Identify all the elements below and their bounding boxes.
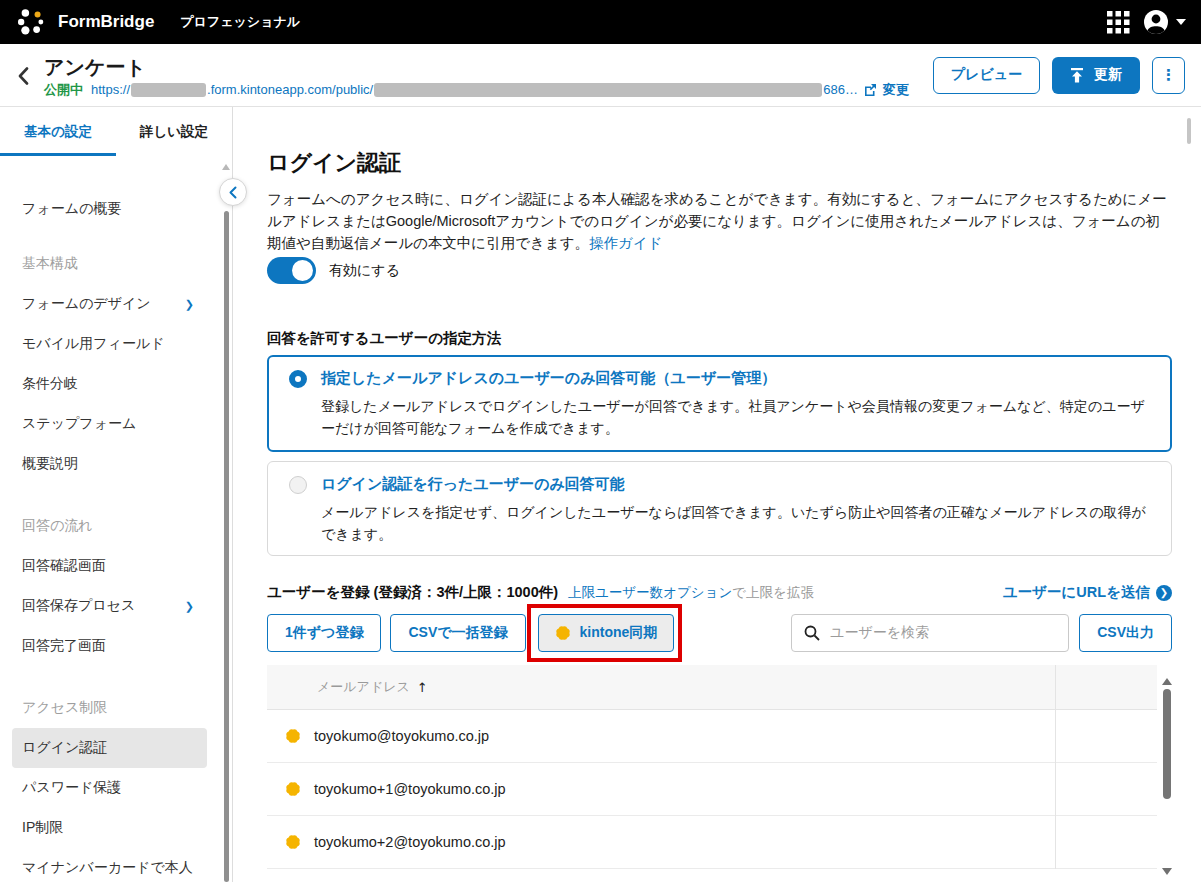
kintone-icon (285, 781, 301, 797)
update-button[interactable]: 更新 (1052, 57, 1140, 94)
kintone-sync-button[interactable]: kintone同期 (538, 614, 675, 652)
more-actions-button[interactable]: ⋮ (1152, 57, 1185, 94)
sidebar-item-answer-confirm[interactable]: 回答確認画面 (0, 546, 232, 586)
sort-ascending-icon[interactable]: ↑ (417, 680, 428, 695)
redacted-url-part (131, 83, 206, 97)
kintone-icon (285, 728, 301, 744)
send-url-link[interactable]: ユーザーにURLを送信❯ (1003, 583, 1172, 602)
search-placeholder: ユーザーを検索 (830, 624, 929, 642)
sidebar-item-step-form[interactable]: ステップフォーム (0, 404, 232, 444)
user-email: toyokumo+1@toyokumo.co.jp (314, 781, 506, 797)
sidebar-nav: フォームの概要 基本構成 フォームのデザイン❯ モバイル用フィールド 条件分岐 … (0, 189, 232, 882)
form-title: アンケート (44, 56, 909, 78)
chevron-right-icon: ❯ (185, 600, 194, 613)
column-divider (1055, 665, 1056, 869)
sidebar-scrollbar[interactable] (224, 211, 229, 882)
public-url: https://.form.kintoneapp.com/public/686… (91, 82, 858, 98)
table-scrollbar[interactable] (1159, 672, 1174, 882)
sidebar-scroll-up-icon[interactable] (222, 164, 230, 170)
sidebar-item-mobile-fields[interactable]: モバイル用フィールド (0, 324, 232, 364)
tab-advanced-settings[interactable]: 詳しい設定 (116, 107, 232, 156)
table-row[interactable]: toyokumo+1@toyokumo.co.jp (267, 763, 1157, 816)
back-icon[interactable] (18, 67, 29, 85)
topbar: FormBridge プロフェッショナル (0, 0, 1201, 44)
csv-bulk-register-button[interactable]: CSVで一括登録 (390, 614, 525, 652)
radio-selected-icon[interactable] (289, 370, 307, 388)
sidebar-item-conditional-branch[interactable]: 条件分岐 (0, 364, 232, 404)
kintone-icon (555, 625, 571, 641)
sidebar-item-ip-restriction[interactable]: IP制限 (0, 808, 232, 848)
table-header-row: メールアドレス ↑ (267, 665, 1157, 710)
sidebar-section-basic-structure: 基本構成 (0, 244, 232, 284)
redacted-url-part (374, 83, 822, 97)
table-row[interactable]: toyokumo+2@toyokumo.co.jp (267, 816, 1157, 869)
csv-export-button[interactable]: CSV出力 (1079, 614, 1172, 652)
app-grid-icon[interactable] (1107, 11, 1130, 34)
toggle-knob (292, 260, 313, 281)
page-description: フォームへのアクセス時に、ログイン認証による本人確認を求めることができます。有効… (267, 188, 1172, 254)
limit-option-link[interactable]: 上限ユーザー数オプション (568, 585, 732, 600)
settings-sidebar: 基本の設定 詳しい設定 フォームの概要 基本構成 フォームのデザイン❯ モバイル… (0, 107, 233, 882)
user-email: toyokumo@toyokumo.co.jp (314, 728, 489, 744)
form-header: アンケート 公開中 https://.form.kintoneapp.com/p… (0, 44, 1201, 107)
collapse-chevron-icon (229, 186, 237, 199)
enable-toggle[interactable] (267, 257, 316, 284)
kintone-icon (285, 834, 301, 850)
user-search-input[interactable]: ユーザーを検索 (791, 614, 1069, 652)
limit-option-text: 上限ユーザー数オプションで上限を拡張 (568, 584, 814, 602)
plan-name: プロフェッショナル (180, 13, 300, 31)
user-avatar-icon[interactable] (1143, 9, 1169, 35)
sidebar-item-password-protection[interactable]: パスワード保護 (0, 768, 232, 808)
scroll-down-icon[interactable] (1162, 868, 1172, 875)
upload-icon (1070, 68, 1084, 83)
option-any-authenticated-user[interactable]: ログイン認証を行ったユーザーのみ回答可能 メールアドレスを指定せず、ログインした… (267, 461, 1172, 557)
sidebar-item-login-auth[interactable]: ログイン認証 (12, 728, 207, 768)
page-title: ログイン認証 (267, 148, 1201, 178)
chevron-right-icon: ❯ (185, 298, 194, 311)
table-row[interactable]: toyokumo@toyokumo.co.jp (267, 710, 1157, 763)
email-column-header[interactable]: メールアドレス (317, 678, 410, 696)
register-users-label: ユーザーを登録 (登録済：3件/上限：1000件) (267, 583, 558, 602)
register-one-button[interactable]: 1件ずつ登録 (267, 614, 381, 652)
formbridge-logo-icon (16, 7, 46, 37)
account-caret-icon[interactable] (1176, 19, 1186, 25)
option-description: メールアドレスを指定せず、ログインしたユーザーならば回答できます。いたずら防止や… (321, 502, 1150, 546)
guide-link[interactable]: 操作ガイド (589, 235, 663, 251)
radio-unselected-icon[interactable] (289, 476, 307, 494)
sidebar-item-answer-save-process[interactable]: 回答保存プロセス❯ (0, 586, 232, 626)
chevron-circle-icon: ❯ (1156, 585, 1172, 601)
brand-name: FormBridge (58, 12, 154, 32)
sidebar-section-access-restriction: アクセス制限 (0, 688, 232, 728)
search-icon (804, 625, 820, 641)
scroll-up-icon[interactable] (1162, 678, 1172, 685)
sidebar-tabs: 基本の設定 詳しい設定 (0, 107, 232, 156)
preview-button[interactable]: プレビュー (933, 57, 1040, 94)
sidebar-section-answer-flow: 回答の流れ (0, 506, 232, 546)
external-link-icon[interactable] (864, 83, 877, 96)
change-url-link[interactable]: 変更 (883, 81, 909, 99)
publish-status: 公開中 (44, 81, 83, 99)
sidebar-item-answer-complete[interactable]: 回答完了画面 (0, 626, 232, 666)
sidebar-collapse-button[interactable] (219, 178, 247, 206)
user-email: toyokumo+2@toyokumo.co.jp (314, 834, 506, 850)
tab-basic-settings[interactable]: 基本の設定 (0, 107, 116, 156)
main-scrollbar[interactable] (1187, 118, 1191, 144)
scrollbar-thumb[interactable] (1163, 689, 1171, 799)
user-table: メールアドレス ↑ toyokumo@toyokumo.co.jp toyoku… (267, 665, 1157, 869)
option-title: 指定したメールアドレスのユーザーのみ回答可能（ユーザー管理） (321, 369, 1150, 388)
sidebar-item-mynumber-card[interactable]: マイナンバーカードで本人 (0, 848, 232, 882)
option-description: 登録したメールアドレスでログインしたユーザーが回答できます。社員アンケートや会員… (321, 396, 1150, 440)
option-specified-users[interactable]: 指定したメールアドレスのユーザーのみ回答可能（ユーザー管理） 登録したメールアド… (267, 355, 1172, 452)
sidebar-item-overview-description[interactable]: 概要説明 (0, 444, 232, 484)
sidebar-item-form-overview[interactable]: フォームの概要 (0, 189, 232, 229)
option-title: ログイン認証を行ったユーザーのみ回答可能 (321, 475, 1150, 494)
main-content: ログイン認証 フォームへのアクセス時に、ログイン認証による本人確認を求めることが… (234, 107, 1201, 882)
formbridge-settings-page: FormBridge プロフェッショナル アンケート (0, 0, 1201, 882)
enable-toggle-label: 有効にする (329, 262, 400, 280)
method-heading: 回答を許可するユーザーの指定方法 (267, 329, 1201, 348)
sidebar-item-form-design[interactable]: フォームのデザイン❯ (0, 284, 232, 324)
